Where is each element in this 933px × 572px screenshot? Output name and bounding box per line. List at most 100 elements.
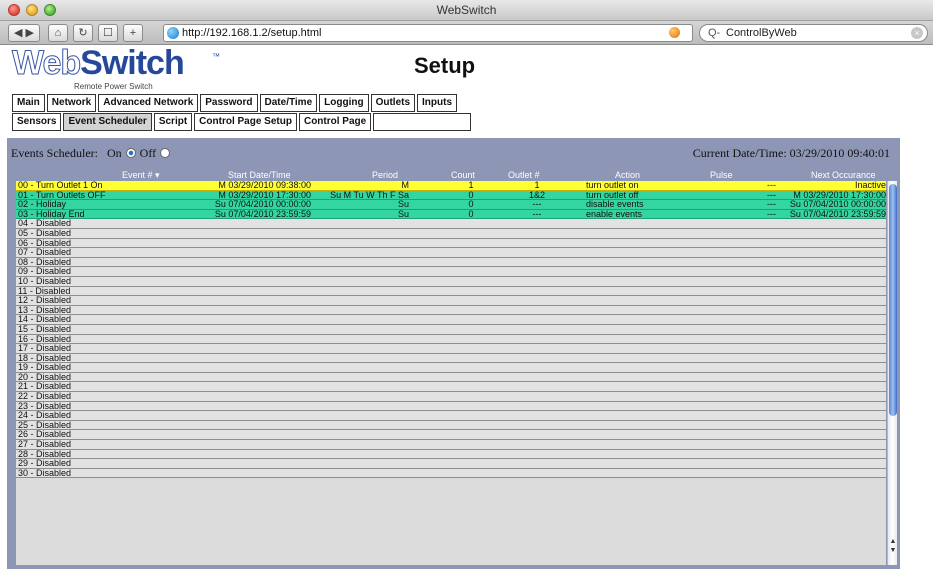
logo-wordmark: WebSwitch <box>11 44 184 83</box>
event-event-cell: 04 - Disabled <box>18 218 72 229</box>
event-start-cell: Su 07/04/2010 00:00:00 <box>214 199 311 210</box>
browser-toolbar: ◀ ▶ ⌂ ↻ ☐ + http://192.168.1.2/setup.htm… <box>0 21 933 45</box>
table-header: Event # ▾ Start Date/Time Period Count O… <box>16 170 896 181</box>
window-titlebar: WebSwitch <box>0 0 933 21</box>
webswitch-logo: WebSwitch ™ Remote Power Switch <box>11 44 222 92</box>
bookmark-icon: ☐ <box>103 27 113 39</box>
nav-outlets[interactable]: Outlets <box>370 94 416 112</box>
event-event-cell: 25 - Disabled <box>18 419 72 430</box>
event-event-cell: 18 - Disabled <box>18 352 72 363</box>
event-start-cell: Su 07/04/2010 23:59:59 <box>214 208 311 219</box>
scrollbar[interactable]: ▲ ▼ <box>887 181 897 565</box>
address-bar[interactable]: http://192.168.1.2/setup.html <box>163 24 693 42</box>
col-next[interactable]: Next Occurance <box>811 170 876 180</box>
nav-password[interactable]: Password <box>200 94 258 112</box>
event-event-cell: 03 - Holiday End <box>18 208 85 219</box>
event-event-cell: 27 - Disabled <box>18 439 72 450</box>
reload-button[interactable]: ↻ <box>73 24 93 42</box>
url-text: http://192.168.1.2/setup.html <box>182 27 322 39</box>
nav-date-time[interactable]: Date/Time <box>259 94 318 112</box>
event-event-cell: 08 - Disabled <box>18 256 72 267</box>
scheduler-on-label: On <box>106 146 122 160</box>
nav-logging[interactable]: Logging <box>319 94 369 112</box>
event-next-cell: Su 07/04/2010 00:00:00 <box>789 199 886 210</box>
col-outlet[interactable]: Outlet # <box>508 170 540 180</box>
search-input[interactable]: Q- ControlByWeb × <box>699 24 928 42</box>
nav-script[interactable]: Script <box>153 113 193 131</box>
event-event-cell: 19 - Disabled <box>18 362 72 373</box>
event-event-cell: 21 - Disabled <box>18 381 72 392</box>
event-event-cell: 14 - Disabled <box>18 314 72 325</box>
clear-icon[interactable]: × <box>911 27 923 39</box>
event-event-cell: 07 - Disabled <box>18 247 72 258</box>
event-event-cell: 02 - Holiday <box>18 199 67 210</box>
add-bookmark-button[interactable]: + <box>123 24 143 42</box>
page-title: Setup <box>414 53 476 78</box>
event-event-cell: 22 - Disabled <box>18 391 72 402</box>
col-count[interactable]: Count <box>451 170 475 180</box>
events-table: 00 - Turn Outlet 1 On M 03/29/2010 09:38:… <box>16 181 886 565</box>
window-title: WebSwitch <box>436 3 497 17</box>
forward-arrow-icon[interactable]: ▶ <box>26 27 34 39</box>
nav-advanced-network[interactable]: Advanced Network <box>98 94 199 112</box>
scheduler-toggle: Events Scheduler: On Off <box>11 146 171 161</box>
nav-control-page-setup[interactable]: Control Page Setup <box>194 113 297 131</box>
event-count-cell: 0 <box>468 189 474 200</box>
col-pulse[interactable]: Pulse <box>710 170 733 180</box>
bookmark-button[interactable]: ☐ <box>98 24 118 42</box>
event-event-cell: 11 - Disabled <box>18 285 71 296</box>
scroll-up-icon[interactable]: ▲ <box>889 538 897 546</box>
nav-row-primary: Main Network Advanced Network Password D… <box>12 94 459 112</box>
nav-event-scheduler[interactable]: Event Scheduler <box>63 113 152 131</box>
scheduler-on-radio[interactable] <box>125 148 136 158</box>
nav-network[interactable]: Network <box>46 94 97 112</box>
home-button[interactable]: ⌂ <box>48 24 68 42</box>
magnifier-icon[interactable]: Q- <box>708 25 720 41</box>
back-arrow-icon[interactable]: ◀ <box>14 27 22 39</box>
event-outlet-cell: 1&2 <box>528 189 545 200</box>
event-event-cell: 23 - Disabled <box>18 400 72 411</box>
event-period-cell: Su <box>397 199 409 210</box>
home-icon: ⌂ <box>54 27 62 39</box>
event-event-cell: 06 - Disabled <box>18 237 72 248</box>
rss-icon[interactable] <box>669 27 680 38</box>
col-start[interactable]: Start Date/Time <box>228 170 291 180</box>
scheduler-off-radio[interactable] <box>160 148 171 158</box>
col-event[interactable]: Event # ▾ <box>122 170 160 181</box>
nav-sensors[interactable]: Sensors <box>12 113 62 131</box>
event-row[interactable]: 30 - Disabled <box>16 468 886 479</box>
scheduler-label: Events Scheduler: <box>11 146 98 160</box>
nav-inputs[interactable]: Inputs <box>417 94 458 112</box>
event-event-cell: 20 - Disabled <box>18 371 72 382</box>
nav-row-secondary: Sensors Event Scheduler Script Control P… <box>12 113 473 131</box>
event-start-cell: M 03/29/2010 17:30:00 <box>218 189 311 200</box>
event-event-cell: 05 - Disabled <box>18 227 72 238</box>
col-action[interactable]: Action <box>615 170 640 180</box>
back-forward-buttons[interactable]: ◀ ▶ <box>8 24 40 42</box>
event-event-cell: 26 - Disabled <box>18 429 72 440</box>
event-count-cell: 0 <box>468 208 474 219</box>
nav-main[interactable]: Main <box>12 94 45 112</box>
logo-subtitle: Remote Power Switch <box>74 82 153 91</box>
scheduler-off-label: Off <box>139 146 157 160</box>
event-event-cell: 29 - Disabled <box>18 458 72 469</box>
event-scheduler-panel: Events Scheduler: On Off Current Date/Ti… <box>7 138 900 569</box>
search-text: ControlByWeb <box>726 27 797 39</box>
scrollbar-thumb[interactable] <box>889 184 897 416</box>
current-datetime: Current Date/Time: 03/29/2010 09:40:01 <box>692 146 890 160</box>
event-event-cell: 09 - Disabled <box>18 266 72 277</box>
event-event-cell: 01 - Turn Outlets OFF <box>18 189 106 200</box>
event-next-cell: M 03/29/2010 17:30:00 <box>793 189 886 200</box>
event-event-cell: 24 - Disabled <box>18 410 72 421</box>
event-event-cell: 12 - Disabled <box>18 295 72 306</box>
event-action-cell: disable events <box>586 199 644 210</box>
event-next-cell: Su 07/04/2010 23:59:59 <box>789 208 886 219</box>
event-event-cell: 10 - Disabled <box>18 275 72 286</box>
scroll-down-icon[interactable]: ▼ <box>889 547 897 555</box>
globe-icon <box>167 27 179 39</box>
col-period[interactable]: Period <box>372 170 398 180</box>
nav-empty-slot <box>373 113 472 131</box>
nav-control-page[interactable]: Control Page <box>298 113 372 131</box>
event-count-cell: 0 <box>468 199 474 210</box>
event-event-cell: 16 - Disabled <box>18 333 72 344</box>
